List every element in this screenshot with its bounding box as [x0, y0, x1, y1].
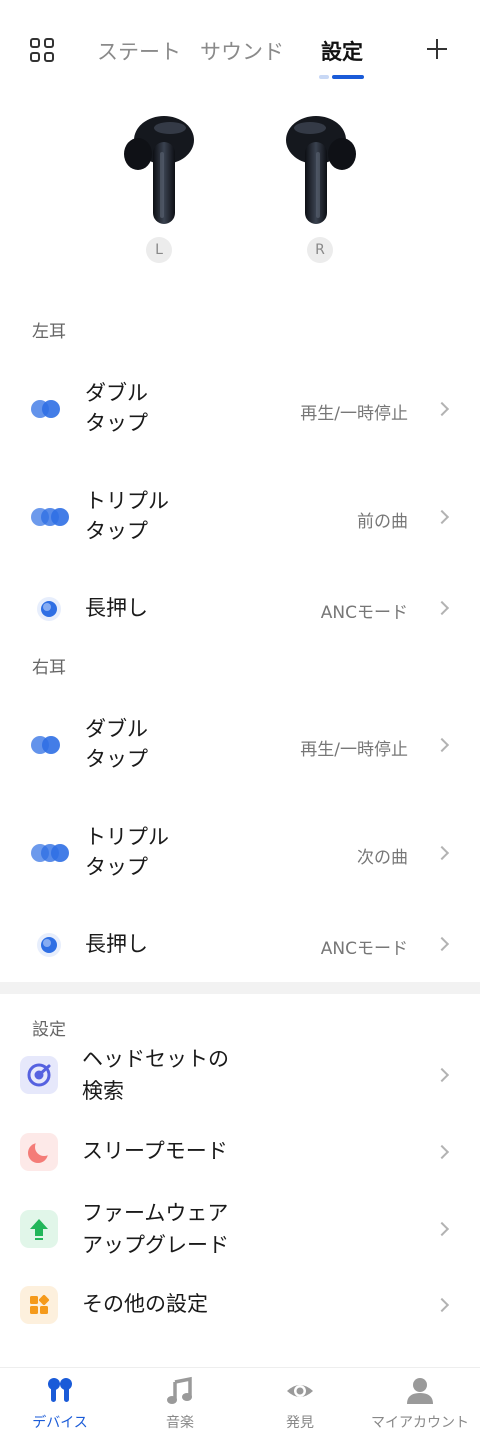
- left-double-tap-row[interactable]: ダブル タップ 再生/一時停止: [0, 378, 480, 440]
- sleep-mode-row[interactable]: スリープモード: [0, 1133, 480, 1171]
- tab-settings[interactable]: 設定: [321, 36, 363, 66]
- settings-section-title: 設定: [32, 1020, 66, 1040]
- chevron-right-icon: [434, 1067, 450, 1083]
- nav-discover[interactable]: 発見: [240, 1368, 360, 1435]
- music-note-icon: [167, 1376, 192, 1404]
- moon-icon: [20, 1133, 58, 1171]
- firmware-upgrade-row[interactable]: ファームウェア アップグレード: [0, 1197, 480, 1261]
- right-triple-tap-value: 次の曲: [357, 848, 408, 868]
- sleep-mode-title: スリープモード: [82, 1139, 228, 1163]
- right-long-press-title: 長押し: [85, 932, 148, 956]
- nav-devices[interactable]: デバイス: [0, 1368, 120, 1435]
- left-badge: L: [146, 237, 172, 263]
- firmware-upgrade-title: ファームウェア アップグレード: [82, 1201, 229, 1257]
- nav-music-label: 音楽: [166, 1415, 194, 1431]
- find-headset-icon: [20, 1056, 58, 1094]
- left-triple-tap-row[interactable]: トリプル タップ 前の曲: [0, 486, 480, 548]
- right-long-press-value: ANCモード: [320, 939, 408, 959]
- earbuds-icon: [48, 1378, 72, 1402]
- triple-tap-icon: [31, 508, 69, 526]
- other-settings-title: その他の設定: [82, 1292, 208, 1316]
- tab-sound[interactable]: サウンド: [200, 36, 284, 66]
- chevron-right-icon: [434, 845, 450, 861]
- upgrade-arrow-icon: [20, 1210, 58, 1248]
- long-press-icon: [37, 597, 61, 621]
- top-bar: ステート サウンド 設定: [0, 0, 480, 90]
- left-long-press-title: 長押し: [85, 596, 148, 620]
- left-long-press-value: ANCモード: [320, 603, 408, 623]
- eye-icon: [287, 1385, 313, 1397]
- left-double-tap-value: 再生/一時停止: [300, 404, 408, 424]
- chevron-right-icon: [434, 600, 450, 616]
- find-headset-row[interactable]: ヘッドセットの 検索: [0, 1043, 480, 1107]
- nav-account[interactable]: マイアカウント: [360, 1368, 480, 1435]
- tab-state[interactable]: ステート: [97, 36, 181, 66]
- long-press-icon: [37, 933, 61, 957]
- right-double-tap-value: 再生/一時停止: [300, 740, 408, 760]
- right-double-tap-row[interactable]: ダブル タップ 再生/一時停止: [0, 714, 480, 776]
- nav-account-label: マイアカウント: [371, 1415, 469, 1431]
- right-double-tap-title: ダブル タップ: [85, 717, 148, 771]
- left-triple-tap-value: 前の曲: [357, 512, 408, 532]
- right-badge: R: [307, 237, 333, 263]
- section-divider: [0, 982, 480, 994]
- chevron-right-icon: [434, 1144, 450, 1160]
- left-earbud-image: [124, 116, 194, 224]
- nav-music[interactable]: 音楽: [120, 1368, 240, 1435]
- left-double-tap-title: ダブル タップ: [85, 381, 148, 435]
- left-long-press-row[interactable]: 長押し ANCモード: [0, 593, 480, 625]
- chevron-right-icon: [434, 1297, 450, 1313]
- grid-menu-icon[interactable]: [30, 38, 56, 64]
- nav-devices-label: デバイス: [32, 1415, 88, 1431]
- chevron-right-icon: [434, 1221, 450, 1237]
- right-earbud-image: [286, 116, 356, 224]
- nav-discover-label: 発見: [286, 1415, 314, 1431]
- left-ear-section-title: 左耳: [32, 322, 66, 342]
- double-tap-icon: [31, 736, 60, 754]
- add-device-button[interactable]: [424, 36, 450, 62]
- chevron-right-icon: [434, 401, 450, 417]
- grid-tiles-icon: [20, 1286, 58, 1324]
- chevron-right-icon: [434, 936, 450, 952]
- tab-indicator-dot: [319, 75, 329, 79]
- right-triple-tap-title: トリプル タップ: [85, 825, 169, 879]
- find-headset-title: ヘッドセットの 検索: [82, 1047, 229, 1103]
- chevron-right-icon: [434, 509, 450, 525]
- right-triple-tap-row[interactable]: トリプル タップ 次の曲: [0, 822, 480, 884]
- double-tap-icon: [31, 400, 60, 418]
- other-settings-row[interactable]: その他の設定: [0, 1286, 480, 1324]
- left-triple-tap-title: トリプル タップ: [85, 489, 169, 543]
- triple-tap-icon: [31, 844, 69, 862]
- bottom-nav: デバイス 音楽 発見 マイアカウント: [0, 1367, 480, 1435]
- tab-active-underline: [332, 75, 364, 79]
- right-ear-section-title: 右耳: [32, 658, 66, 678]
- right-long-press-row[interactable]: 長押し ANCモード: [0, 929, 480, 961]
- person-icon: [407, 1378, 433, 1404]
- chevron-right-icon: [434, 737, 450, 753]
